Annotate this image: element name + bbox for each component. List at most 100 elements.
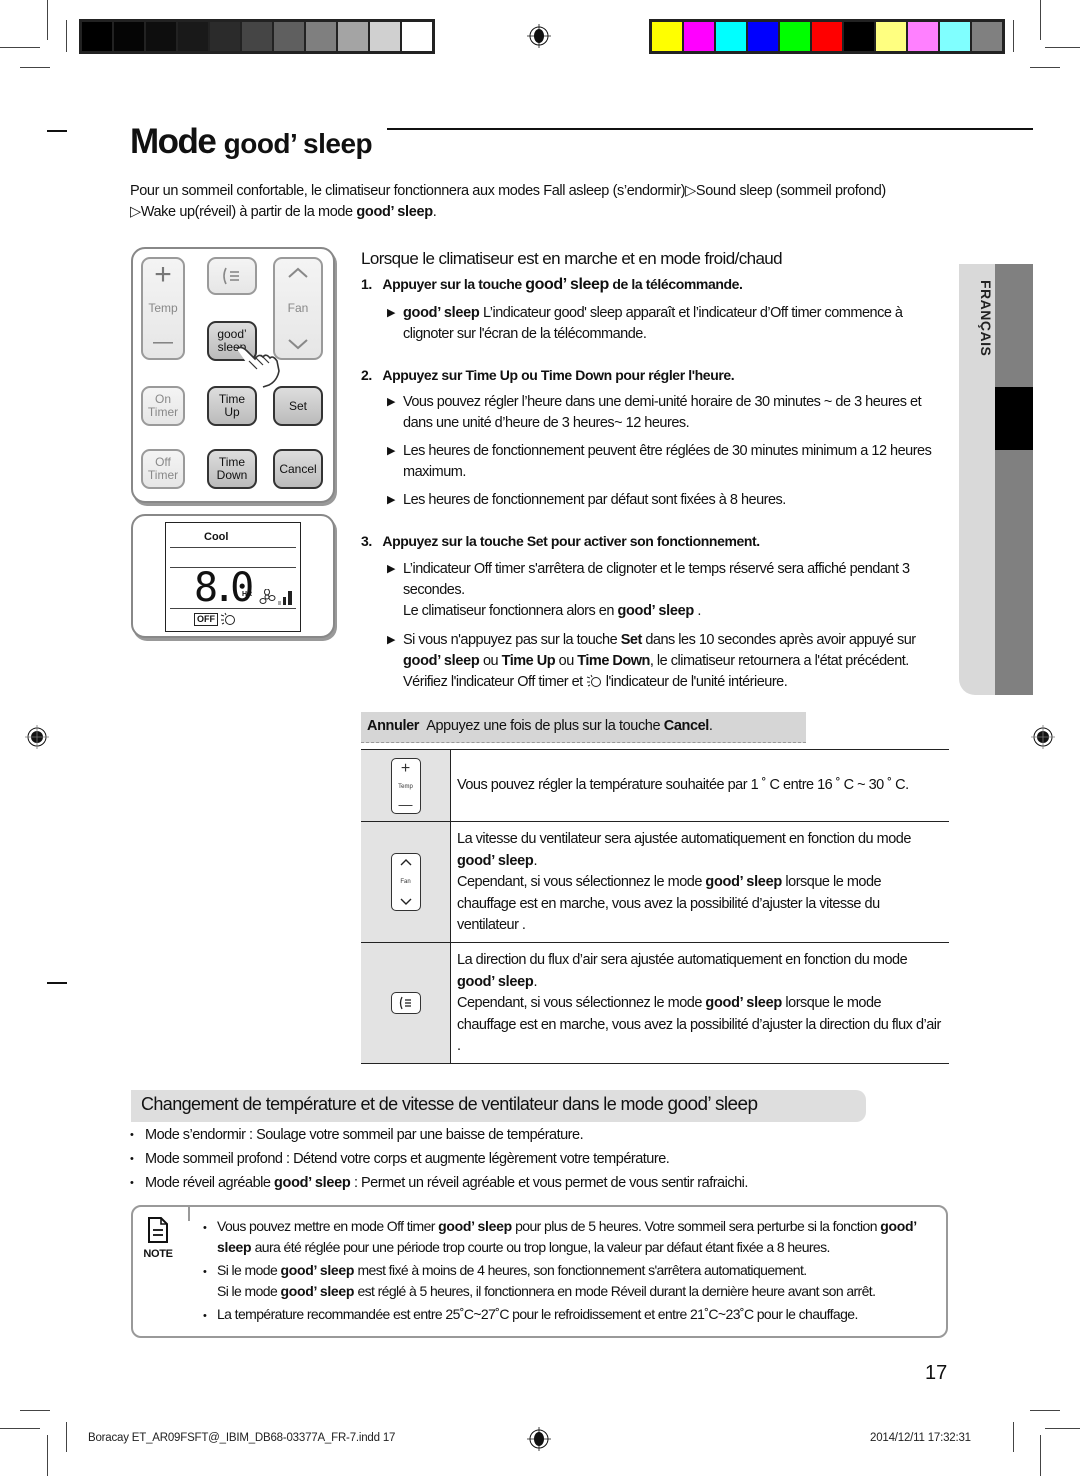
lcd-mode: Cool <box>204 531 229 543</box>
registration-mark-icon <box>527 24 551 48</box>
list-text: Mode s’endormir : Soulage votre sommeil … <box>145 1127 584 1143</box>
triangle-bullet-icon: ▶ <box>387 634 395 646</box>
bullet-text: l'indicateur de l'unité intérieure. <box>602 674 788 690</box>
title-brand: good’ sleep <box>223 128 373 159</box>
crop-mark <box>1045 47 1080 48</box>
cell-text: Cependant, si vous sélectionnez le mode <box>457 995 706 1011</box>
step-1: 1. Appuyer sur la touche good’ sleep de … <box>361 276 743 294</box>
list-item: Mode sommeil profond : Détend votre corp… <box>130 1151 950 1167</box>
color-swatch <box>716 22 746 51</box>
intro-paragraph: Pour un sommeil confortable, le climatis… <box>130 181 960 223</box>
cancel-button[interactable]: Cancel <box>273 449 323 489</box>
off-timer-button[interactable]: Off Timer <box>141 449 185 489</box>
bullet-text: ou <box>479 653 502 669</box>
bullet-text: Le climatiseur fonctionnera alors en <box>403 603 618 619</box>
color-swatch <box>780 22 810 51</box>
color-swatch <box>338 22 368 51</box>
language-tab-strip <box>995 264 1033 695</box>
time-down-button[interactable]: Time Down <box>207 449 257 489</box>
grayscale-calibration-bar <box>79 19 435 54</box>
page-number: 17 <box>925 1362 948 1384</box>
triangle-bullet-icon: ▶ <box>387 396 395 408</box>
arrow-icon: ▷ <box>685 183 696 199</box>
note-text: La température recommandée est entre 25˚… <box>217 1306 858 1322</box>
bullet: ▶ Vous pouvez régler l’heure dans une dem… <box>387 392 952 434</box>
color-swatch <box>146 22 176 51</box>
color-swatch <box>370 22 400 51</box>
button-function-table: + Temp — Vous pouvez régler la températu… <box>361 749 949 1064</box>
color-swatch <box>178 22 208 51</box>
step-3: 3. Appuyez sur la touche Set pour active… <box>361 533 760 549</box>
temp-label: Temp <box>148 301 178 315</box>
airflow-swing-icon <box>223 267 239 285</box>
temp-button[interactable]: + Temp — <box>141 257 185 360</box>
step-text: Appuyer sur la touche <box>382 276 526 292</box>
list-text: Mode réveil agréable <box>145 1175 274 1191</box>
cancel-text: . <box>708 718 713 734</box>
set-button[interactable]: Set <box>273 386 323 426</box>
crop-mark <box>66 20 67 52</box>
bold-text: Set <box>620 632 643 648</box>
fan-label: Fan <box>287 301 309 315</box>
time-up-button[interactable]: Time Up <box>207 386 257 426</box>
step-number: 1. <box>361 276 372 292</box>
footer-timestamp: 2014/12/11 17:32:31 <box>870 1432 971 1444</box>
bullet-text: L’indicateur Off timer s'arrêtera de cli… <box>403 561 910 598</box>
brand-good-sleep: good’ sleep <box>667 1094 758 1115</box>
remote-control-illustration: + Temp — Fan good’ sleep On Timer Time U… <box>131 247 335 503</box>
triangle-bullet-icon: ▶ <box>387 563 395 575</box>
crop-mark <box>47 130 67 132</box>
cell-text: La direction du flux d’air sera ajustée … <box>457 952 908 968</box>
title-prefix: Mode <box>130 122 217 161</box>
crop-mark <box>1013 1422 1014 1452</box>
step-2: 2. Appuyez sur Time Up ou Time Down pour… <box>361 367 735 383</box>
fan-icon <box>259 589 276 604</box>
color-swatch <box>114 22 144 51</box>
bullet: ▶ Les heures de fonctionnement par défaut… <box>387 490 952 511</box>
crop-mark <box>0 47 40 48</box>
note-item: La température recommandée est entre 25˚… <box>203 1304 948 1327</box>
table-icon-cell: Fan <box>361 822 451 942</box>
color-swatch <box>876 22 906 51</box>
brand-good-sleep: good’ sleep <box>403 653 480 669</box>
bullet-text: Si vous n'appuyez pas sur la touche <box>403 632 621 648</box>
button-label: Down <box>216 468 248 482</box>
lcd-unit: HR <box>242 591 253 598</box>
crop-mark <box>1030 1410 1060 1411</box>
color-swatch <box>402 22 432 51</box>
brand-good-sleep: good’ sleep <box>525 276 609 293</box>
bullet-text: Les heures de fonctionnement peuvent êtr… <box>403 443 932 480</box>
color-swatch <box>82 22 112 51</box>
intro-text: Pour un sommeil confortable, le climatis… <box>130 183 686 199</box>
color-swatch <box>748 22 778 51</box>
swing-button[interactable] <box>207 257 257 295</box>
bullet: ▶ Si vous n'appuyez pas sur la touche Set… <box>387 630 952 693</box>
language-tab-label: FRANÇAIS <box>978 280 994 357</box>
on-timer-button[interactable]: On Timer <box>141 386 185 426</box>
table-icon-cell: + Temp — <box>361 750 451 821</box>
crop-mark <box>1040 1435 1041 1476</box>
temp-button-icon: + Temp — <box>390 757 421 814</box>
color-swatch <box>940 22 970 51</box>
bullet-text: Vous pouvez régler l’heure dans une demi… <box>403 394 922 431</box>
note-badge: NOTE <box>143 1217 173 1260</box>
button-label: Set <box>288 398 307 413</box>
color-swatch <box>684 22 714 51</box>
crop-mark <box>66 1422 67 1452</box>
remote-display-illustration: Cool 8.0 HR OFF <box>131 514 335 638</box>
crop-mark <box>1045 1428 1080 1429</box>
lcd-value: 8.0 <box>194 565 254 611</box>
note-text: Vous pouvez mettre en mode Off timer <box>217 1218 439 1234</box>
brand-good-sleep: good’ sleep <box>280 1283 355 1299</box>
triangle-bullet-icon: ▶ <box>387 494 395 506</box>
table-row: Fan La vitesse du ventilateur sera ajust… <box>361 822 949 943</box>
section-heading: Lorsque le climatiseur est en marche et … <box>361 249 783 268</box>
cell-text: La vitesse du ventilateur sera ajustée a… <box>457 831 911 847</box>
bold-text: Time Down <box>577 653 650 669</box>
brand-good-sleep: good’ sleep <box>705 874 782 890</box>
list-item: Mode s’endormir : Soulage votre sommeil … <box>130 1127 950 1143</box>
note-item: Si le mode good’ sleep mest fixé à moins… <box>203 1260 948 1302</box>
sleep-indicator-icon <box>220 612 235 625</box>
step-number: 2. <box>361 367 372 383</box>
color-swatch <box>652 22 682 51</box>
